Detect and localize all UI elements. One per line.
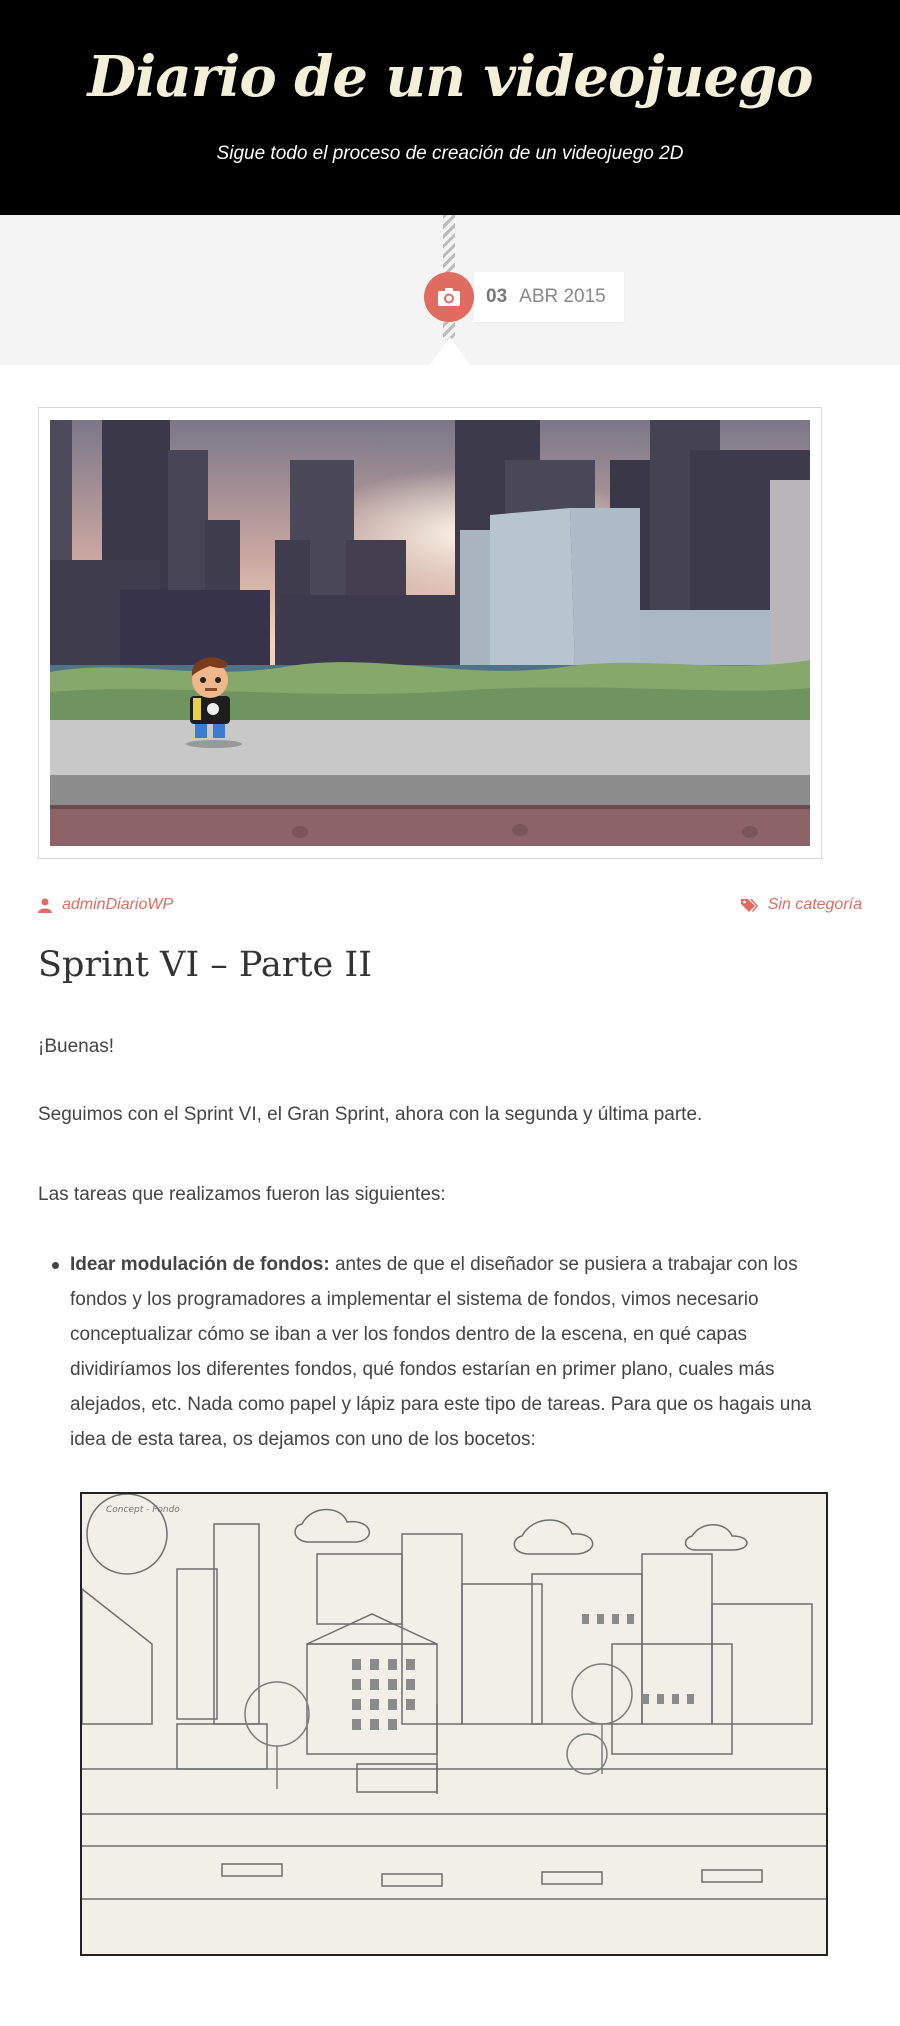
featured-game-screenshot[interactable] [50,420,810,846]
list-item-text: antes de que el diseñador se pusiera a t… [70,1254,812,1450]
user-icon [38,898,52,913]
sketch-drawing: Concept - Fondo [82,1494,826,1900]
post-category-name: Sin categoría [767,896,862,913]
camera-icon [424,272,474,322]
post-paragraph-greeting: ¡Buenas! [38,1036,115,1057]
post-date[interactable]: 03 ABR 2015 [474,272,624,322]
post-title[interactable]: Sprint VI – Parte II [38,945,372,985]
featured-image-frame [38,407,822,859]
site-tagline: Sigue todo el proceso de creación de un … [216,143,684,164]
sketch-label: Concept - Fondo [106,1505,180,1515]
post-date-day: 03 [486,286,508,307]
post-author[interactable]: adminDiarioWP [38,896,173,914]
tags-icon [740,899,758,912]
list-item-title: Idear modulación de fondos: [70,1254,330,1275]
notch-decoration [430,337,470,365]
site-title[interactable]: Diario de un videojuego [0,44,900,110]
list-item: Idear modulación de fondos: antes de que… [38,1247,828,1457]
site-header: Diario de un videojuego Sigue todo el pr… [0,0,900,215]
task-list: Idear modulación de fondos: antes de que… [38,1247,828,1457]
background-sketch-image[interactable]: Concept - Fondo [80,1492,828,1956]
date-band: 03 ABR 2015 [0,215,900,365]
bullet-icon [52,1262,59,1269]
post-author-name: adminDiarioWP [62,896,174,913]
post-paragraph-tasks: Las tareas que realizamos fueron las sig… [38,1184,446,1205]
post-category[interactable]: Sin categoría [740,896,862,914]
post-paragraph-intro: Seguimos con el Sprint VI, el Gran Sprin… [38,1104,703,1125]
post-date-month-year: ABR 2015 [519,286,606,307]
